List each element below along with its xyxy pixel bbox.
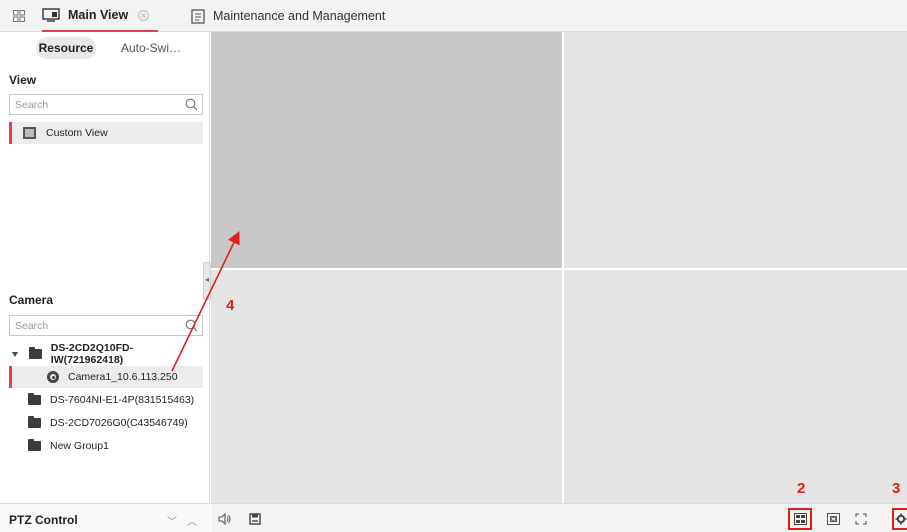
tree-item-label: New Group1 (50, 440, 109, 452)
video-window-2[interactable] (564, 32, 907, 268)
video-window-3[interactable] (211, 270, 562, 503)
fullscreen-icon[interactable] (851, 509, 871, 529)
tree-item-group[interactable]: DS-7604NI-E1-4P(831515463) (9, 389, 203, 411)
window-layout-button[interactable] (788, 508, 812, 530)
view-section-title: View (9, 73, 37, 87)
clipboard-icon (191, 8, 205, 24)
expand-caret-icon[interactable] (12, 351, 18, 357)
resource-panel: Resource Auto-Swi… View Search Custom Vi… (0, 32, 210, 532)
view-item-custom-view[interactable]: Custom View (9, 122, 203, 144)
search-icon[interactable] (185, 319, 198, 332)
custom-view-icon (23, 127, 36, 139)
camera-section-title: Camera (9, 293, 54, 307)
folder-icon (28, 439, 41, 451)
app-grid-icon[interactable] (13, 10, 25, 22)
view-item-label: Custom View (46, 127, 108, 139)
live-view-grid (211, 32, 907, 503)
camera-search-placeholder: Search (15, 320, 49, 332)
annotation-marker-2: 2 (797, 480, 806, 497)
search-icon[interactable] (185, 98, 198, 111)
video-window-1[interactable] (211, 32, 562, 268)
settings-icon (895, 513, 907, 525)
tab-maintenance[interactable]: Maintenance and Management (191, 0, 385, 32)
tree-item-label: DS-2CD7026G0(C43546749) (50, 417, 188, 429)
camera-icon (47, 371, 59, 383)
tab-maintenance-label: Maintenance and Management (213, 9, 386, 23)
annotation-marker-4: 4 (226, 297, 235, 314)
tab-main-view-label: Main View (68, 8, 129, 22)
camera-search-input[interactable]: Search (9, 315, 203, 336)
speaker-icon[interactable] (215, 509, 235, 529)
tree-item-camera[interactable]: Camera1_10.6.113.250 (9, 366, 203, 388)
tab-bar: Main View Maintenance and Management (0, 0, 907, 32)
view-search-input[interactable]: Search (9, 94, 203, 115)
segment-resource[interactable]: Resource (36, 37, 96, 59)
tab-main-view[interactable]: Main View (42, 0, 158, 32)
settings-button[interactable] (892, 508, 907, 530)
save-icon[interactable] (245, 509, 265, 529)
panel-collapse-handle[interactable]: ◂ (203, 262, 211, 300)
folder-icon (28, 393, 41, 405)
annotation-marker-3: 3 (892, 480, 901, 497)
window-layout-icon (793, 513, 807, 525)
chevron-up-icon[interactable]: ︿ (187, 513, 197, 528)
live-view-toolbar (211, 503, 907, 532)
ptz-control-bar[interactable]: PTZ Control ﹀ ︿ (0, 503, 210, 532)
monitor-icon (42, 8, 60, 22)
folder-icon (29, 347, 42, 359)
tree-item-label: DS-7604NI-E1-4P(831515463) (50, 394, 195, 406)
folder-icon (28, 416, 41, 428)
close-tab-icon[interactable] (138, 9, 150, 21)
segment-auto-switch[interactable]: Auto-Swi… (120, 37, 182, 59)
chevron-left-icon: ◂ (205, 275, 210, 284)
tree-item-group[interactable]: New Group1 (9, 435, 203, 457)
tree-item-group[interactable]: DS-2CD7026G0(C43546749) (9, 412, 203, 434)
ptz-control-label: PTZ Control (9, 513, 78, 527)
tree-item-label: DS-2CD2Q10FD-IW(721962418) (50, 342, 134, 366)
video-window-4[interactable] (564, 270, 907, 503)
tree-item-group[interactable]: DS-2CD2Q10FD-IW(721962418) (9, 342, 203, 366)
tree-item-label: Camera1_10.6.113.250 (68, 371, 178, 383)
close-all-icon[interactable] (823, 509, 843, 529)
view-search-placeholder: Search (15, 99, 49, 111)
chevron-down-icon[interactable]: ﹀ (167, 513, 177, 528)
